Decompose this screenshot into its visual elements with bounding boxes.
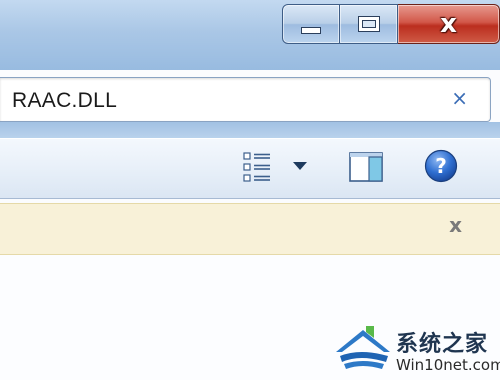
maximize-icon	[357, 16, 380, 32]
close-button[interactable]: x	[398, 4, 500, 44]
search-input[interactable]: RAAC.DLL ×	[0, 77, 491, 122]
watermark: 系统之家 Win10net.com	[330, 318, 500, 378]
watermark-title: 系统之家	[396, 332, 489, 357]
preview-pane-icon[interactable]	[349, 151, 383, 183]
info-bar: x	[0, 203, 500, 255]
close-icon: x	[440, 9, 457, 39]
clear-search-icon[interactable]: ×	[451, 88, 468, 108]
search-input-value: RAAC.DLL	[12, 89, 118, 112]
minimize-icon	[301, 26, 321, 34]
window-frame-strip	[0, 122, 500, 138]
window-titlebar: x	[0, 0, 500, 70]
help-icon[interactable]: ?	[424, 149, 458, 183]
chevron-down-icon[interactable]	[292, 160, 308, 172]
minimize-button[interactable]	[282, 4, 340, 44]
caption-buttons: x	[282, 4, 500, 44]
help-glyph: ?	[435, 154, 447, 178]
maximize-button[interactable]	[340, 4, 398, 44]
infobar-close-icon[interactable]: x	[449, 215, 462, 235]
house-logo-icon	[336, 326, 390, 369]
watermark-url: Win10net.com	[396, 356, 500, 374]
views-details-icon[interactable]	[243, 152, 271, 182]
